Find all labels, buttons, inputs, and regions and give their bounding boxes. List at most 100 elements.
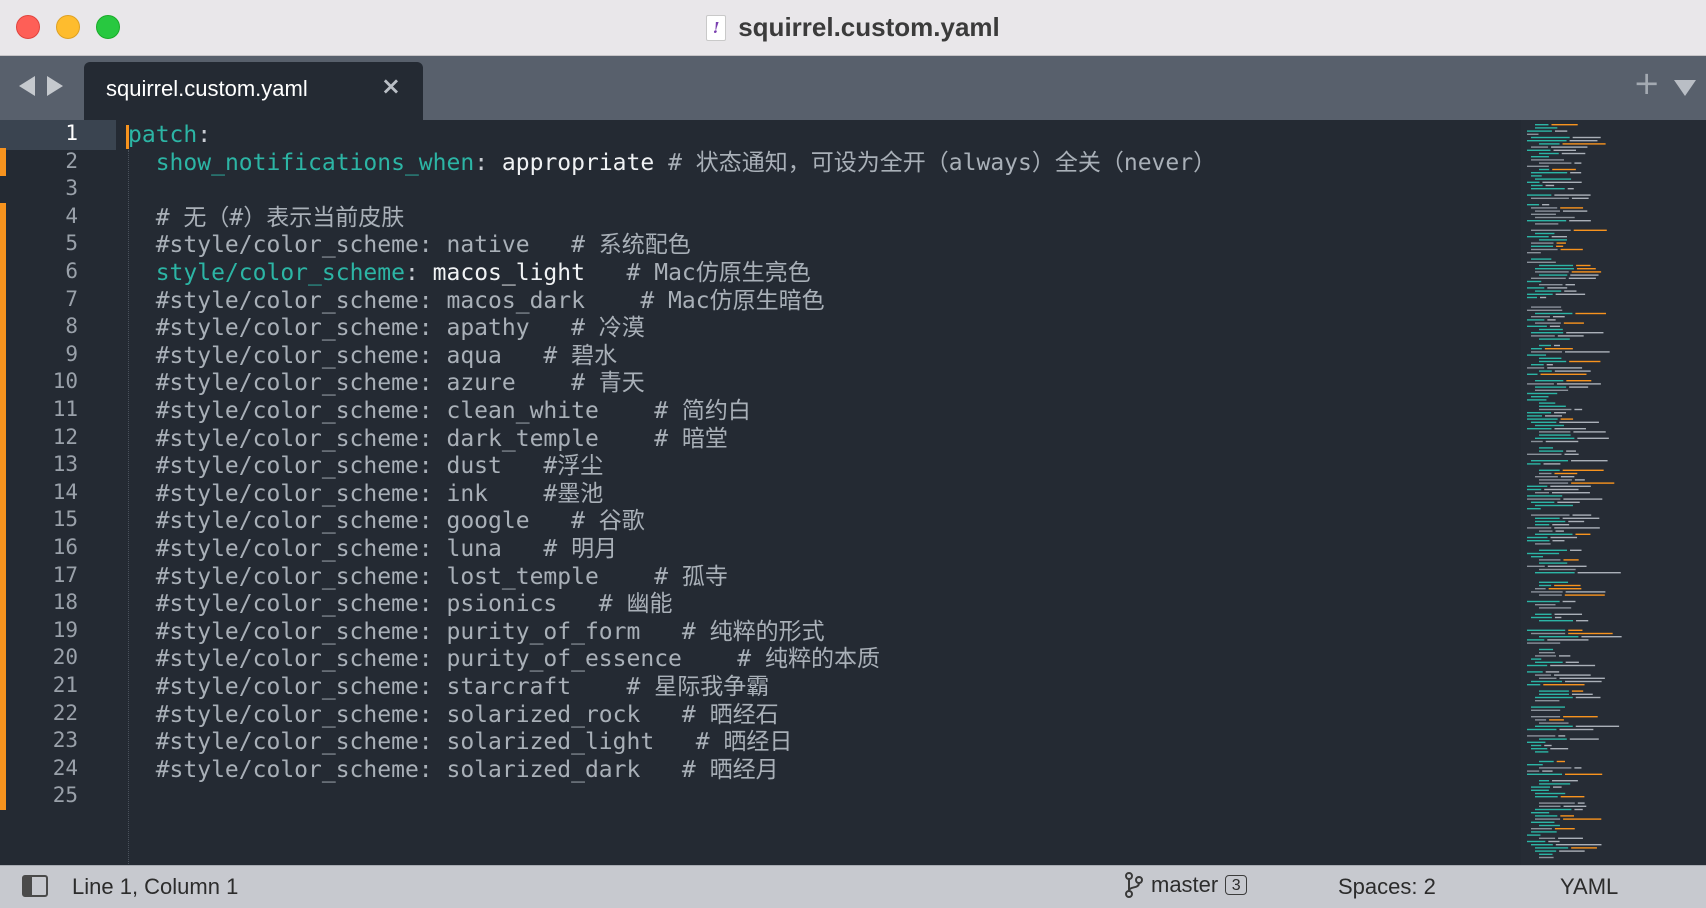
line-number: 25: [0, 782, 116, 812]
code-line: #style/color_scheme: google # 谷歌: [128, 506, 645, 536]
modified-line-marker: [0, 478, 6, 507]
syntax-selector[interactable]: YAML: [1560, 874, 1618, 900]
code-token: #style/color_scheme: solarized_rock # 晒经…: [128, 701, 779, 728]
window-maximize-button[interactable]: [96, 15, 120, 39]
line-number: 2: [0, 147, 116, 178]
code-token: # 状态通知，可设为全开（always）全关（never）: [654, 149, 1217, 176]
modified-line-marker: [0, 754, 6, 783]
line-number-label: 12: [52, 424, 78, 449]
code-token: #style/color_scheme: azure # 青天: [128, 370, 645, 397]
code-line: #style/color_scheme: purity_of_form # 纯粹…: [128, 617, 825, 647]
code-text-area[interactable]: patch: show_notifications_when: appropri…: [128, 120, 1518, 865]
git-branch-status[interactable]: master 3: [1125, 872, 1248, 898]
code-token: :: [197, 122, 212, 148]
line-number: 24: [0, 754, 116, 785]
code-line: #style/color_scheme: dust #浮尘: [128, 451, 604, 481]
window-minimize-button[interactable]: [56, 15, 80, 39]
line-number: 15: [0, 506, 116, 536]
modified-line-marker: [0, 672, 6, 700]
code-line: #style/color_scheme: psionics # 幽能: [128, 589, 673, 619]
modified-line-marker: [0, 147, 6, 176]
line-number-label: 10: [52, 369, 78, 394]
git-branch-name: master: [1151, 872, 1219, 897]
line-number-label: 3: [65, 176, 78, 201]
plus-icon[interactable]: +: [1633, 64, 1660, 102]
line-number-label: 19: [52, 617, 78, 642]
code-token: #style/color_scheme: lost_temple # 孤寺: [128, 563, 728, 590]
window-close-button[interactable]: [16, 15, 40, 39]
line-number-label: 23: [52, 728, 78, 753]
line-number-label: 15: [52, 507, 78, 532]
code-token: #style/color_scheme: native # 系统配色: [128, 232, 691, 259]
line-number-label: 24: [52, 755, 78, 780]
modified-line-marker: [0, 534, 6, 562]
modified-line-marker: [0, 368, 6, 397]
code-line: patch:: [128, 120, 211, 150]
modified-line-marker: [0, 782, 6, 811]
chevron-right-icon[interactable]: [47, 76, 63, 96]
line-number-label: 11: [52, 397, 78, 421]
code-line: show_notifications_when: appropriate # 状…: [128, 148, 1216, 178]
line-number-label: 7: [65, 286, 78, 311]
code-line: #style/color_scheme: solarized_light # 晒…: [128, 727, 793, 757]
git-changes-badge: 3: [1225, 875, 1248, 895]
code-line: style/color_scheme: macos_light # Mac仿原生…: [128, 258, 811, 288]
code-token: #style/color_scheme: clean_white # 简约白: [128, 398, 751, 424]
line-number: 6: [0, 258, 116, 288]
line-number: 23: [0, 727, 116, 757]
status-bar: Line 1, Column 1 master 3 Spaces: 2 YAML: [0, 865, 1706, 908]
code-token: #style/color_scheme: solarized_dark # 晒经…: [128, 756, 779, 783]
modified-line-marker: [0, 506, 6, 535]
line-number-label: 18: [52, 590, 78, 615]
minimap[interactable]: [1521, 120, 1706, 865]
line-number-label: 21: [52, 673, 78, 697]
modified-line-marker: [0, 396, 6, 424]
modified-line-marker: [0, 285, 6, 314]
indentation-setting[interactable]: Spaces: 2: [1338, 874, 1436, 900]
code-token: #style/color_scheme: luna # 明月: [128, 536, 618, 562]
code-token: style/color_scheme: [155, 260, 405, 286]
code-token: :: [404, 260, 433, 286]
line-number-label: 14: [52, 479, 78, 504]
line-number: 21: [0, 672, 116, 702]
modified-line-marker: [0, 699, 6, 728]
modified-line-marker: [0, 727, 6, 756]
code-token: #style/color_scheme: psionics # 幽能: [128, 591, 673, 618]
code-line: #style/color_scheme: solarized_rock # 晒经…: [128, 700, 779, 730]
line-number-label: 13: [52, 452, 78, 477]
code-token: #style/color_scheme: purity_of_form # 纯粹…: [128, 618, 825, 645]
code-token: patch: [128, 122, 198, 148]
code-token: #style/color_scheme: solarized_light # 晒…: [128, 729, 793, 756]
code-line: #style/color_scheme: purity_of_essence #…: [128, 644, 880, 674]
code-editor[interactable]: 1 2 3 4 5 6 7 8 9 10 11 12 13 14 15 16 17 18 19 20 21 22 23 24 2…: [0, 120, 1706, 865]
code-line: #style/color_scheme: solarized_dark # 晒经…: [128, 755, 779, 785]
line-number: 7: [0, 285, 116, 316]
tab-bar: squirrel.custom.yaml × +: [0, 56, 1706, 120]
code-line: #style/color_scheme: ink #墨池: [128, 479, 604, 509]
line-number-label: 17: [52, 562, 78, 587]
line-number: 17: [0, 561, 116, 592]
line-number: 12: [0, 423, 116, 454]
minimap-preview: [1527, 124, 1622, 859]
code-token: # Mac仿原生亮色: [584, 260, 811, 286]
line-number: 22: [0, 699, 116, 730]
code-token: #style/color_scheme: starcraft # 星际我争霸: [128, 674, 770, 700]
modified-line-marker: [0, 423, 6, 452]
chevron-down-icon[interactable]: [1674, 80, 1696, 96]
line-number-label: 20: [52, 645, 78, 670]
line-number-label: 22: [52, 700, 78, 725]
line-number: 20: [0, 644, 116, 674]
cursor-position[interactable]: Line 1, Column 1: [72, 874, 238, 900]
chevron-left-icon[interactable]: [19, 76, 35, 96]
code-line: #style/color_scheme: native # 系统配色: [128, 230, 691, 260]
line-number-gutter: 1 2 3 4 5 6 7 8 9 10 11 12 13 14 15 16 17 18 19 20 21 22 23 24 2…: [0, 120, 116, 865]
git-branch-icon: [1125, 872, 1143, 898]
line-number: 1: [0, 120, 116, 150]
modified-line-marker: [0, 230, 6, 259]
code-token: #style/color_scheme: purity_of_essence #…: [128, 646, 880, 673]
modified-line-marker: [0, 589, 6, 618]
tab-squirrel-custom-yaml[interactable]: squirrel.custom.yaml ×: [84, 62, 423, 120]
sidebar-icon[interactable]: [22, 875, 48, 897]
close-icon[interactable]: ×: [381, 72, 401, 100]
